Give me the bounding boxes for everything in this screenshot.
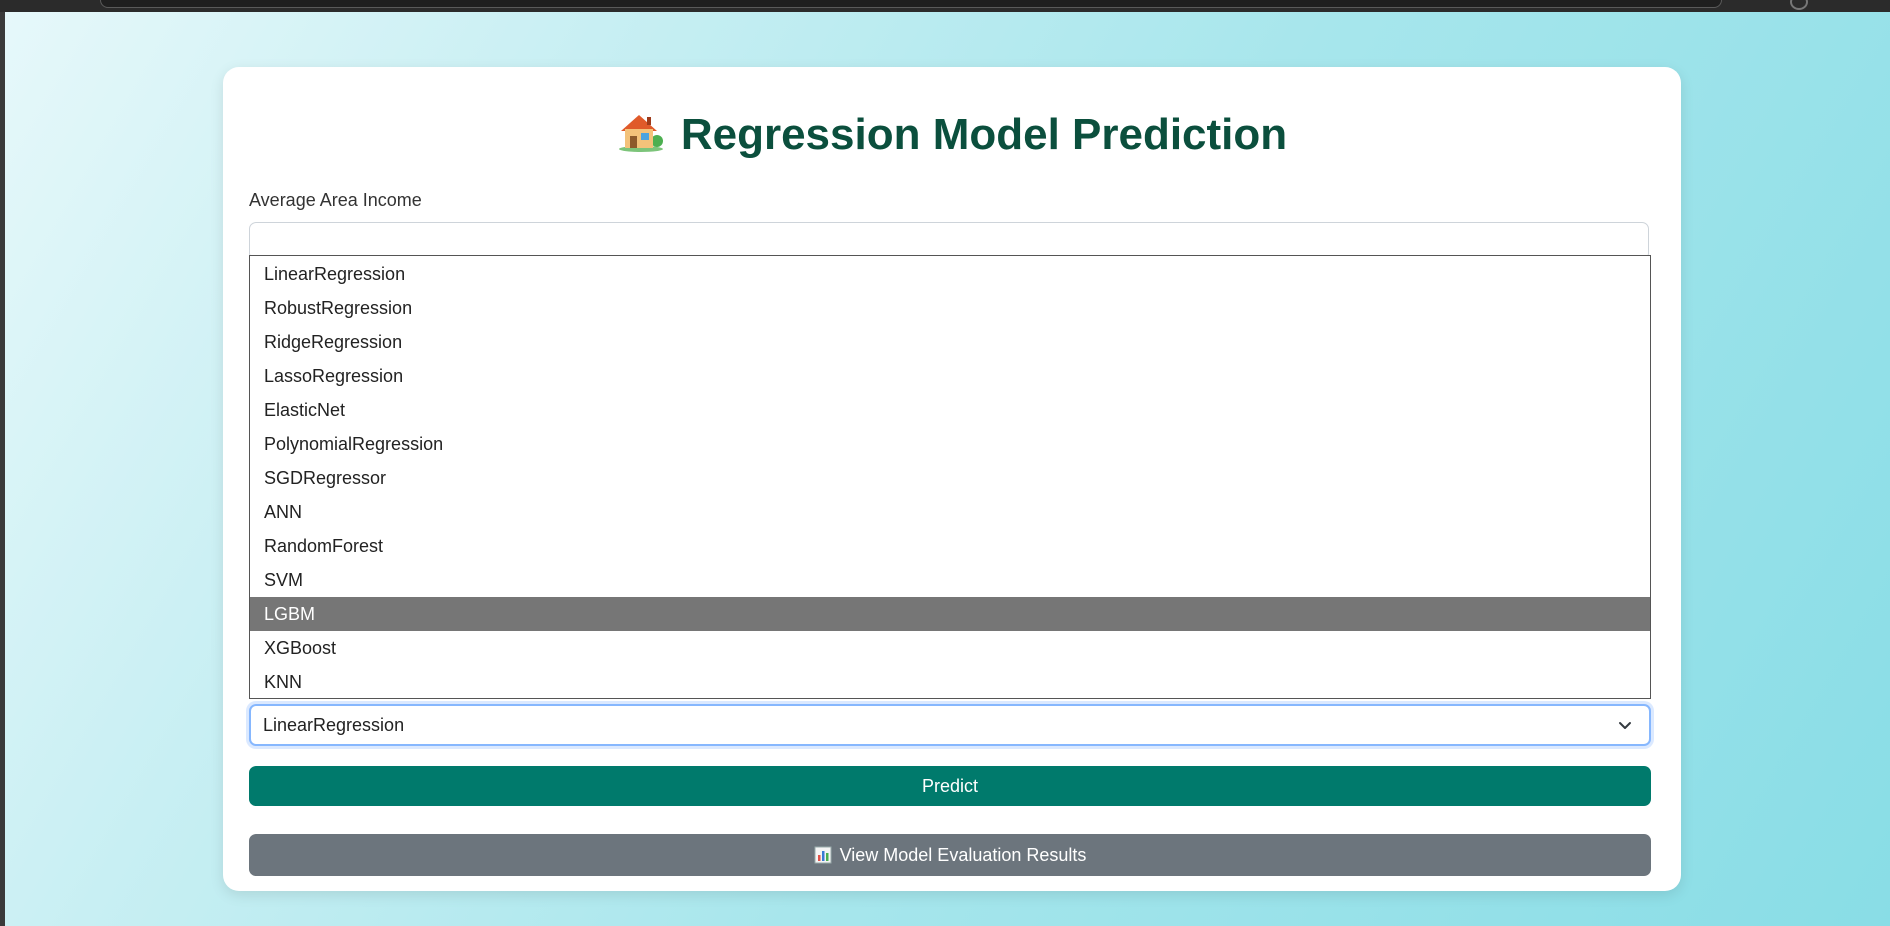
model-dropdown-list[interactable]: LinearRegression RobustRegression RidgeR… <box>249 255 1651 699</box>
prediction-card: Regression Model Prediction Average Area… <box>223 67 1681 891</box>
dropdown-option[interactable]: RandomForest <box>250 529 1650 563</box>
dropdown-option[interactable]: XGBoost <box>250 631 1650 665</box>
dropdown-option[interactable]: LassoRegression <box>250 359 1650 393</box>
page-title-text: Regression Model Prediction <box>680 110 1288 159</box>
dropdown-option[interactable]: ANN <box>250 495 1650 529</box>
predict-button[interactable]: Predict <box>249 766 1651 806</box>
page-title: Regression Model Prediction <box>223 107 1681 163</box>
dropdown-option[interactable]: RidgeRegression <box>250 325 1650 359</box>
address-bar[interactable] <box>100 0 1722 8</box>
dropdown-option-highlighted[interactable]: LGBM <box>250 597 1650 631</box>
dropdown-option[interactable]: SVM <box>250 563 1650 597</box>
income-label: Average Area Income <box>249 190 422 210</box>
dropdown-option[interactable]: ElasticNet <box>250 393 1650 427</box>
dropdown-option[interactable]: SGDRegressor <box>250 461 1650 495</box>
page-viewport: Regression Model Prediction Average Area… <box>5 12 1890 926</box>
view-evaluation-label: View Model Evaluation Results <box>839 845 1087 865</box>
dropdown-option[interactable]: KNN <box>250 665 1650 698</box>
model-select[interactable]: LinearRegression <box>249 704 1651 746</box>
model-select-value: LinearRegression <box>263 715 405 735</box>
bar-chart-icon <box>814 837 832 864</box>
dropdown-option[interactable]: RobustRegression <box>250 291 1650 325</box>
dropdown-option[interactable]: PolynomialRegression <box>250 427 1650 461</box>
browser-profile-icon[interactable] <box>1790 0 1808 10</box>
chevron-down-icon <box>1617 717 1633 733</box>
view-evaluation-button[interactable]: View Model Evaluation Results <box>249 834 1651 876</box>
browser-top-bar <box>0 0 1890 12</box>
house-icon <box>617 109 665 153</box>
dropdown-option[interactable]: LinearRegression <box>250 257 1650 291</box>
